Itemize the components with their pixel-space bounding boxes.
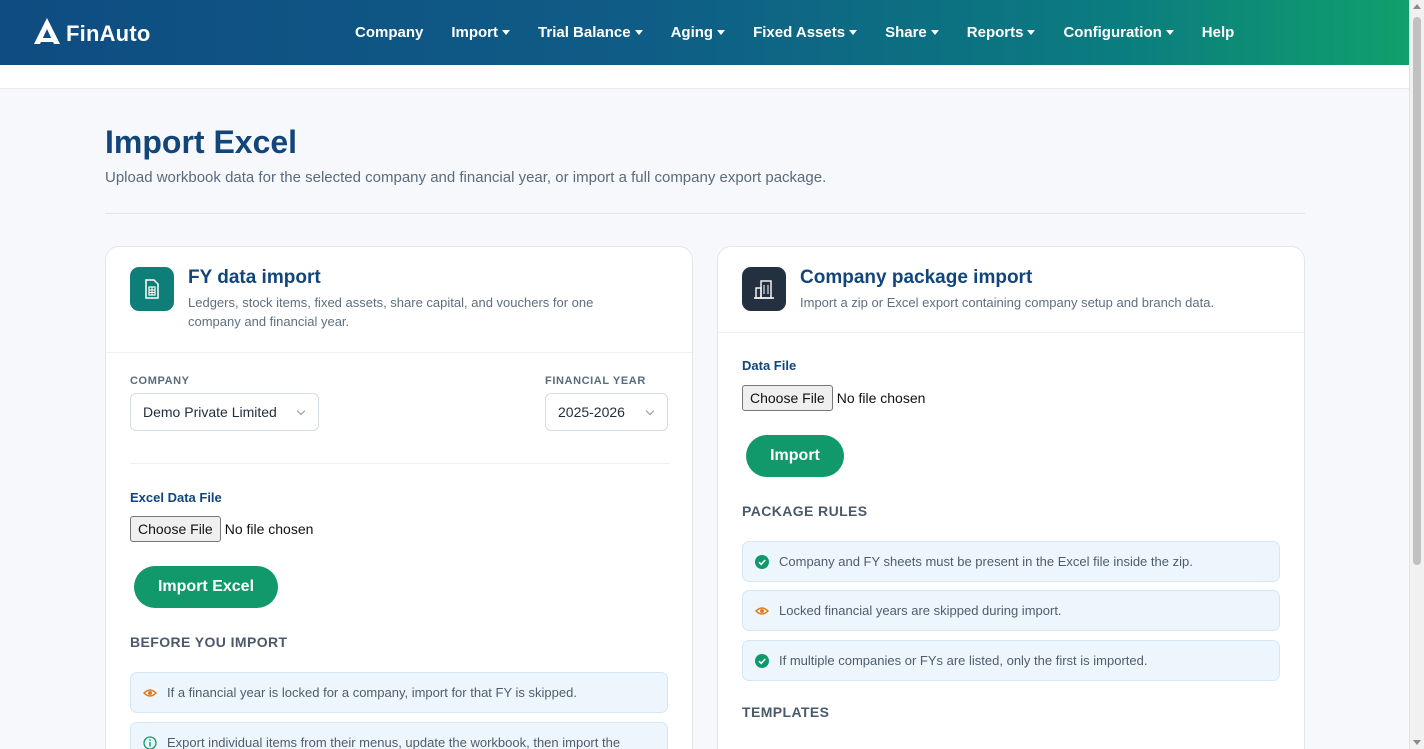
company-select[interactable]: Demo Private Limited bbox=[130, 393, 319, 431]
package-card-title: Company package import bbox=[800, 267, 1033, 288]
caret-down-icon bbox=[717, 30, 726, 35]
note-item: Export individual items from their menus… bbox=[130, 722, 668, 749]
nav-item-import[interactable]: Import bbox=[437, 24, 524, 41]
chevron-down-icon bbox=[645, 406, 655, 416]
templates-heading: TEMPLATES bbox=[742, 704, 830, 720]
brand-name: FinAuto bbox=[66, 20, 151, 46]
rule-text: Company and FY sheets must be present in… bbox=[779, 554, 1193, 569]
caret-down-icon bbox=[1027, 30, 1036, 35]
nav-item-label: Reports bbox=[966, 24, 1024, 41]
before-import-heading: BEFORE YOU IMPORT bbox=[130, 634, 288, 650]
nav-item-help[interactable]: Help bbox=[1188, 24, 1249, 41]
nav-item-label: Trial Balance bbox=[538, 24, 631, 41]
caret-down-icon bbox=[634, 30, 643, 35]
financial-year-label: FINANCIAL YEAR bbox=[545, 375, 646, 387]
check-circle-icon bbox=[755, 654, 769, 668]
nav-item-label: Configuration bbox=[1063, 24, 1162, 41]
fy-import-card: FY data import Ledgers, stock items, fix… bbox=[105, 246, 693, 749]
header-divider bbox=[105, 213, 1305, 214]
import-excel-button[interactable]: Import Excel bbox=[134, 566, 278, 608]
top-navbar: FinAuto Company Import Trial Balance Aging F… bbox=[0, 0, 1409, 65]
rule-text: Locked financial years are skipped durin… bbox=[779, 603, 1062, 618]
import-package-button[interactable]: Import bbox=[746, 435, 844, 477]
nav-item-company[interactable]: Company bbox=[341, 24, 437, 41]
scrollbar-thumb[interactable] bbox=[1413, 17, 1421, 565]
sub-header-strip bbox=[0, 65, 1409, 89]
rule-item: If multiple companies or FYs are listed,… bbox=[742, 640, 1280, 681]
caret-down-icon bbox=[502, 30, 511, 35]
nav-item-share[interactable]: Share bbox=[871, 24, 953, 41]
nav-item-label: Share bbox=[885, 24, 927, 41]
nav-item-label: Fixed Assets bbox=[753, 24, 846, 41]
note-item: If a financial year is locked for a comp… bbox=[130, 672, 668, 713]
fy-card-title: FY data import bbox=[188, 267, 321, 288]
excel-file-input[interactable]: Choose File No file chosen bbox=[130, 516, 313, 542]
note-text: Export individual items from their menus… bbox=[167, 735, 621, 749]
fy-card-description: Ledgers, stock items, fixed assets, shar… bbox=[188, 295, 594, 329]
choose-file-button[interactable]: Choose File bbox=[130, 516, 221, 542]
package-rules-heading: PACKAGE RULES bbox=[742, 503, 868, 519]
nav-item-label: Import bbox=[451, 24, 499, 41]
choose-file-button[interactable]: Choose File bbox=[742, 385, 833, 411]
data-file-input[interactable]: Choose File No file chosen bbox=[742, 385, 925, 411]
financial-year-select[interactable]: 2025-2026 bbox=[545, 393, 668, 431]
finauto-logo-icon bbox=[32, 16, 62, 51]
nav-item-label: Company bbox=[355, 24, 424, 41]
form-divider bbox=[130, 463, 670, 464]
financial-year-select-value: 2025-2026 bbox=[558, 404, 625, 420]
nav-item-label: Help bbox=[1201, 24, 1235, 41]
info-icon bbox=[143, 736, 157, 749]
page-scrollbar[interactable] bbox=[1409, 0, 1424, 749]
nav-item-configuration[interactable]: Configuration bbox=[1049, 24, 1187, 41]
company-select-value: Demo Private Limited bbox=[143, 404, 277, 420]
file-status-text: No file chosen bbox=[224, 521, 314, 537]
nav-item-label: Aging bbox=[670, 24, 714, 41]
excel-file-label: Excel Data File bbox=[130, 490, 222, 505]
rule-item: Company and FY sheets must be present in… bbox=[742, 541, 1280, 582]
page-title: Import Excel bbox=[105, 124, 298, 160]
caret-down-icon bbox=[849, 30, 858, 35]
package-card-description: Import a zip or Excel export containing … bbox=[800, 295, 1215, 310]
data-file-label: Data File bbox=[742, 358, 797, 373]
eye-icon bbox=[142, 686, 158, 700]
building-icon bbox=[742, 267, 786, 311]
scroll-up-arrow-icon[interactable] bbox=[1413, 4, 1421, 9]
nav-item-fixed-assets[interactable]: Fixed Assets bbox=[739, 24, 871, 41]
nav-item-aging[interactable]: Aging bbox=[657, 24, 740, 41]
chevron-down-icon bbox=[296, 406, 306, 416]
nav-item-trial-balance[interactable]: Trial Balance bbox=[524, 24, 657, 41]
caret-down-icon bbox=[1165, 30, 1174, 35]
nav-item-reports[interactable]: Reports bbox=[953, 24, 1050, 41]
rule-item: Locked financial years are skipped durin… bbox=[742, 590, 1280, 631]
note-text: If a financial year is locked for a comp… bbox=[167, 685, 577, 700]
page-subtitle: Upload workbook data for the selected co… bbox=[105, 169, 827, 186]
package-card-header: Company package import Import a zip or E… bbox=[718, 247, 1304, 333]
rule-text: If multiple companies or FYs are listed,… bbox=[779, 653, 1148, 668]
brand-logo[interactable]: FinAuto bbox=[32, 16, 150, 51]
fy-card-header: FY data import Ledgers, stock items, fix… bbox=[106, 247, 692, 353]
caret-down-icon bbox=[930, 30, 939, 35]
package-import-card: Company package import Import a zip or E… bbox=[717, 246, 1305, 749]
company-label: COMPANY bbox=[130, 375, 190, 387]
eye-icon bbox=[754, 604, 770, 618]
file-status-text: No file chosen bbox=[836, 390, 926, 406]
main-nav: Company Import Trial Balance Aging Fixed Ass… bbox=[341, 0, 1248, 65]
scroll-down-arrow-icon[interactable] bbox=[1413, 740, 1421, 745]
spreadsheet-icon bbox=[130, 267, 174, 311]
check-circle-icon bbox=[755, 555, 769, 569]
